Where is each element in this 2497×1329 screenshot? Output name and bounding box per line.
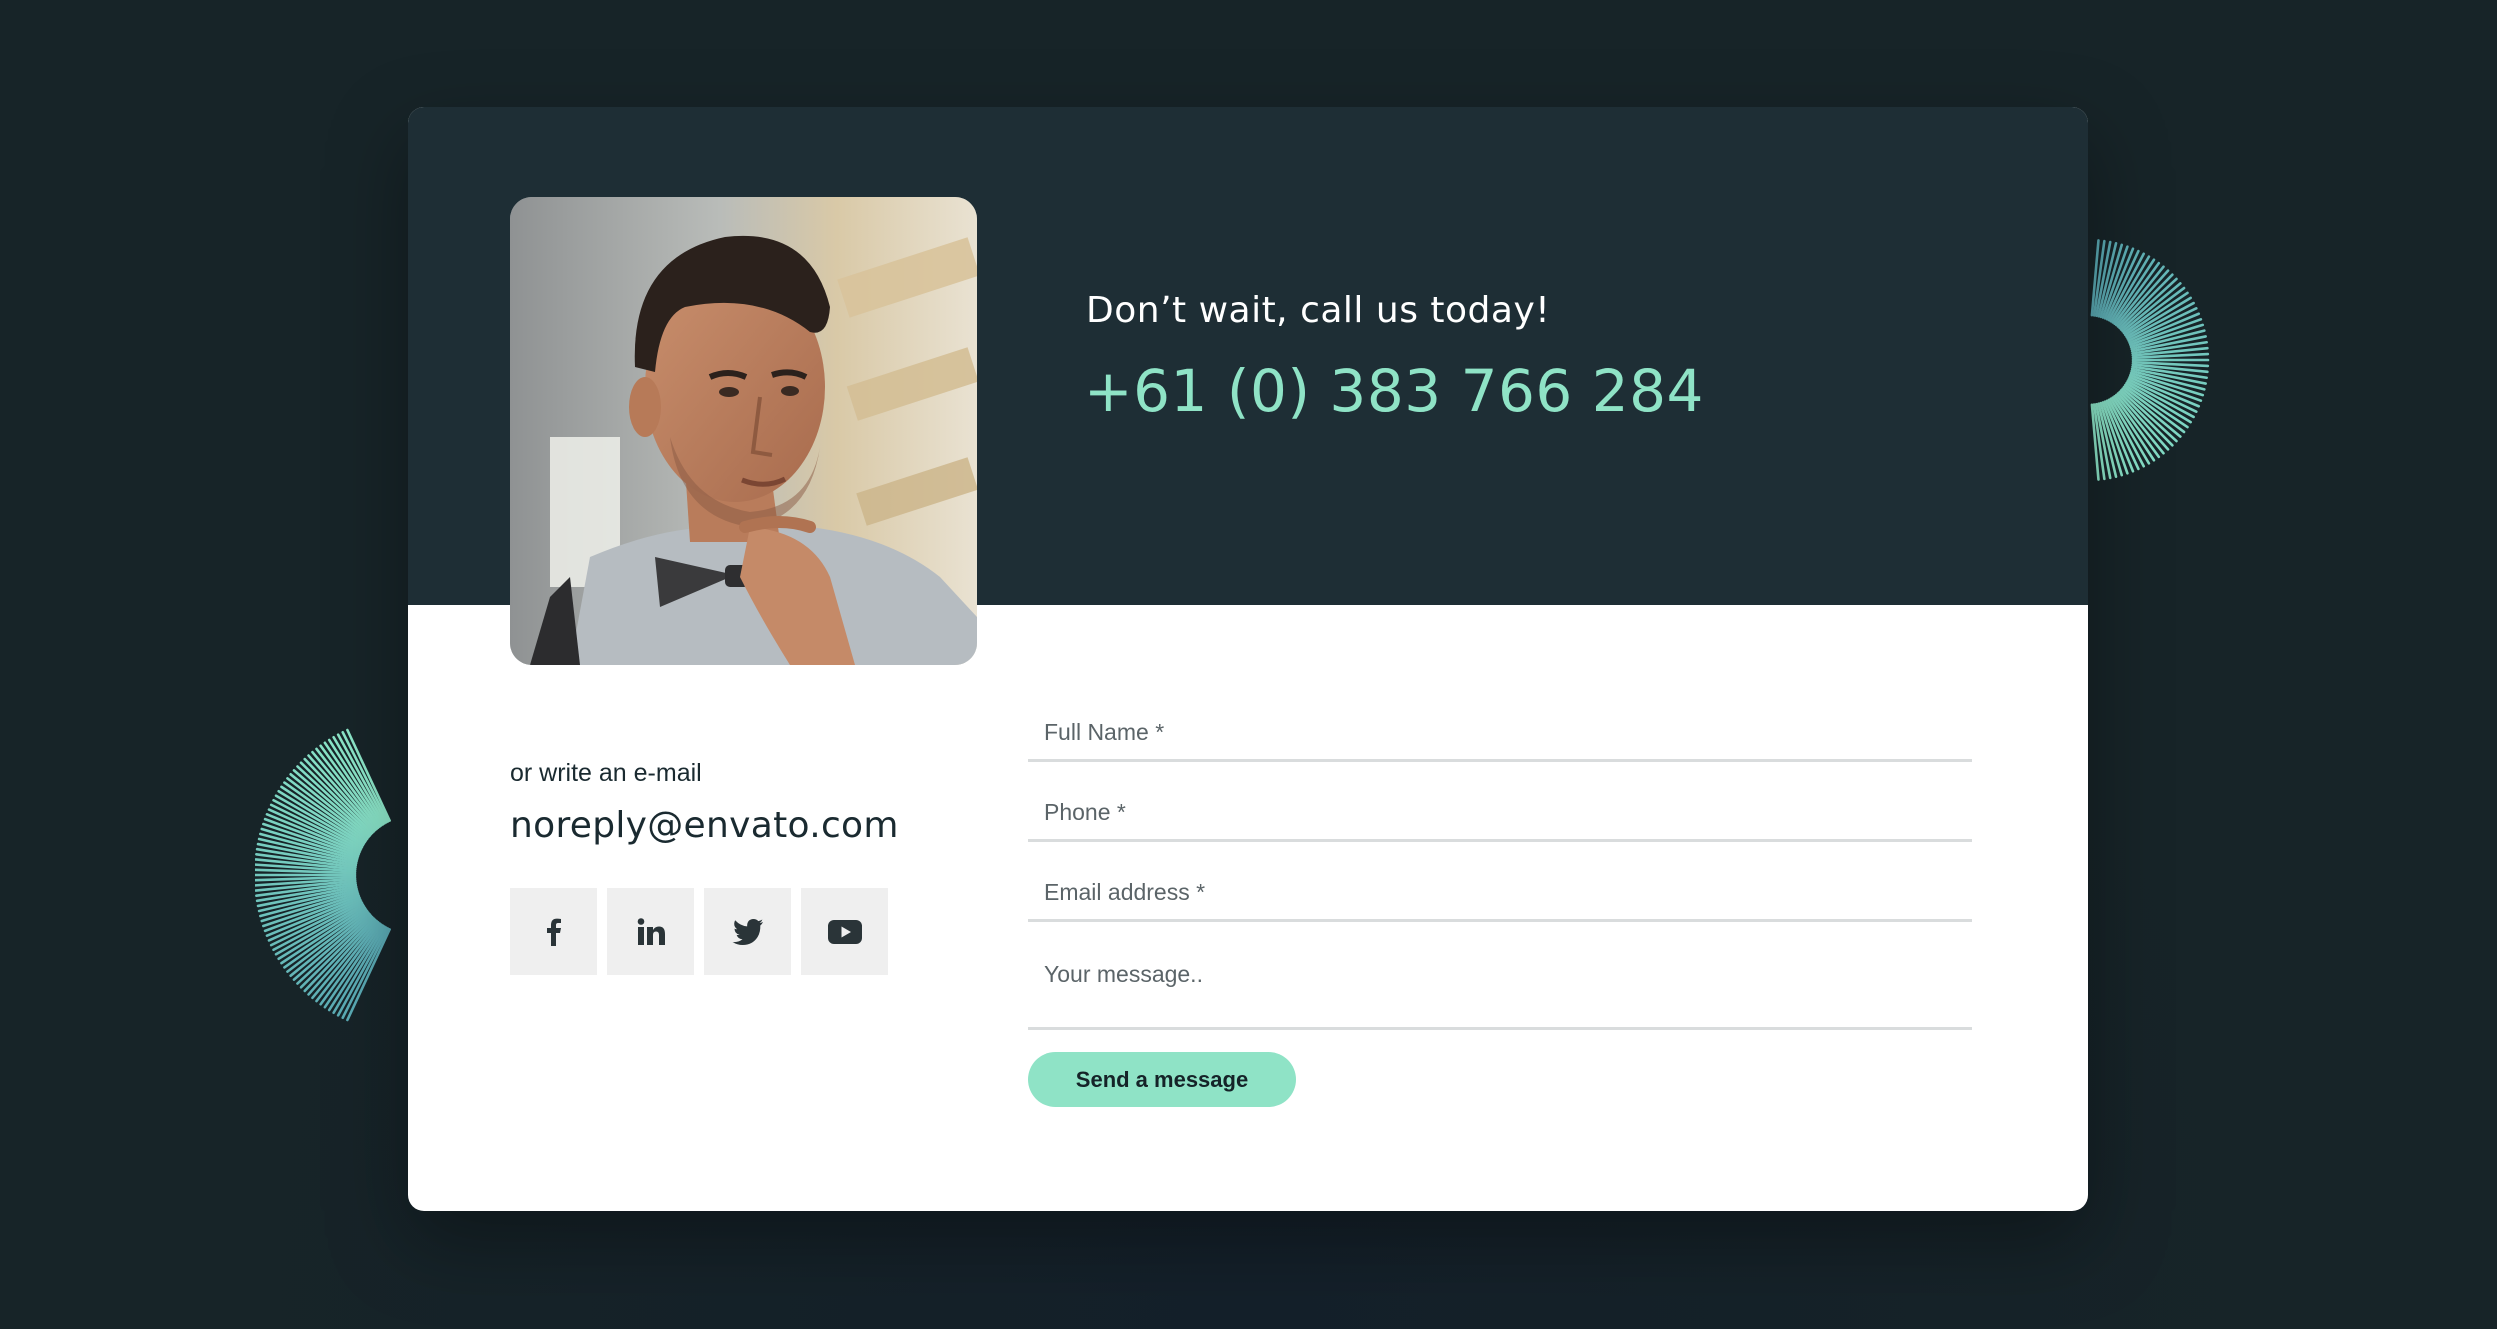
email-address-link[interactable]: noreply@envato.com: [510, 805, 899, 846]
phone-input[interactable]: [1028, 789, 1964, 835]
twitter-button[interactable]: [704, 888, 791, 975]
twitter-icon: [732, 918, 763, 945]
message-textarea[interactable]: [1028, 949, 1964, 1031]
full-name-input[interactable]: [1028, 709, 1964, 755]
youtube-icon: [827, 919, 862, 944]
linkedin-icon: [637, 917, 665, 945]
profile-photo: [510, 197, 977, 665]
facebook-icon: [546, 918, 561, 946]
send-message-button[interactable]: Send a message: [1028, 1052, 1296, 1107]
youtube-button[interactable]: [801, 888, 888, 975]
portrait-image: [510, 197, 977, 665]
full-name-field-wrapper: [1028, 709, 1972, 762]
email-input[interactable]: [1028, 869, 1964, 915]
page-background: Don’t wait, call us today! +61 (0) 383 7…: [0, 0, 2497, 1329]
email-field-wrapper: [1028, 869, 1972, 922]
email-intro-text: or write an e-mail: [510, 759, 702, 787]
phone-number[interactable]: +61 (0) 383 766 284: [1084, 357, 1704, 425]
message-field-wrapper: [1028, 949, 1972, 1031]
social-links: [510, 888, 888, 975]
decorative-rays-left: [255, 728, 391, 1022]
contact-card: Don’t wait, call us today! +61 (0) 383 7…: [408, 107, 2088, 1211]
facebook-button[interactable]: [510, 888, 597, 975]
decorative-rays-right: [2090, 239, 2210, 481]
linkedin-button[interactable]: [607, 888, 694, 975]
call-headline: Don’t wait, call us today!: [1086, 290, 1551, 331]
phone-field-wrapper: [1028, 789, 1972, 842]
